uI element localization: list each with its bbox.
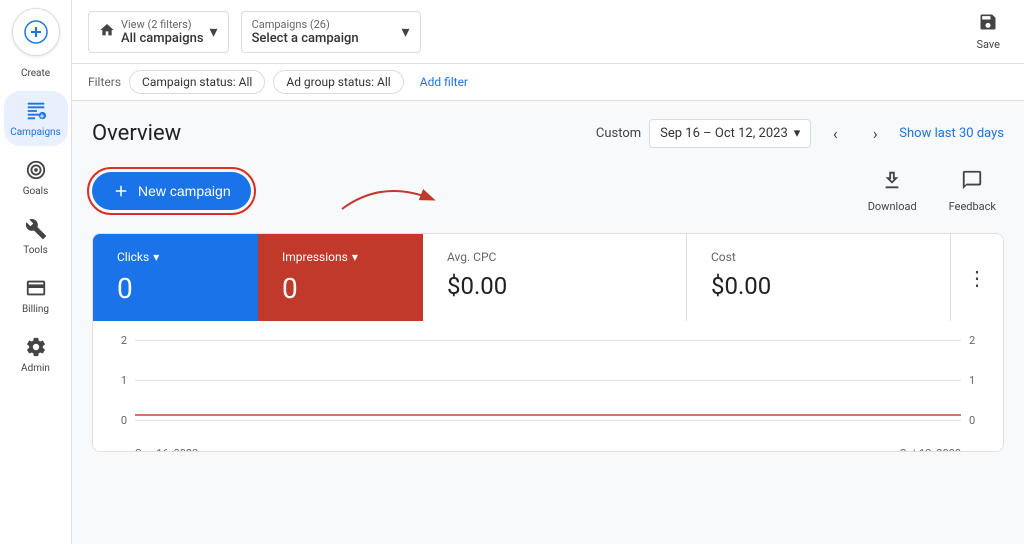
ad-group-status-filter[interactable]: Ad group status: All xyxy=(273,70,403,94)
y-label-2-right: 2 xyxy=(969,334,987,347)
select-campaign-label: Select a campaign xyxy=(252,31,359,46)
create-button[interactable] xyxy=(12,8,60,56)
impressions-label: Impressions xyxy=(282,250,348,264)
campaigns-icon xyxy=(24,99,48,123)
chart-area: 2 2 1 1 0 0 xyxy=(93,321,1003,451)
next-date-button[interactable]: › xyxy=(859,117,891,149)
overview-header: Overview Custom Sep 16 – Oct 12, 2023 ▾ … xyxy=(92,117,1004,149)
chart-baseline-red xyxy=(135,414,961,416)
filters-label: Filters xyxy=(88,75,121,89)
action-row: New campaign xyxy=(92,165,1004,217)
action-buttons: Download Feedback xyxy=(860,165,1004,217)
view-filter-label: View (2 filters) xyxy=(121,18,204,31)
campaign-status-filter[interactable]: Campaign status: All xyxy=(129,70,265,94)
download-button[interactable]: Download xyxy=(860,165,925,217)
metric-impressions: Impressions ▾ 0 xyxy=(258,234,423,321)
clicks-value: 0 xyxy=(117,272,234,305)
view-filter-button[interactable]: View (2 filters) All campaigns ▾ xyxy=(88,11,229,53)
create-label: Create xyxy=(21,68,50,79)
avg-cpc-label: Avg. CPC xyxy=(447,250,662,264)
prev-date-button[interactable]: ‹ xyxy=(819,117,851,149)
sidebar: Create Campaigns Goals Tools xyxy=(0,0,72,544)
sidebar-tools-label: Tools xyxy=(23,245,47,256)
campaign-select-chevron: ▾ xyxy=(402,22,410,41)
sidebar-item-campaigns[interactable]: Campaigns xyxy=(4,91,68,146)
date-picker-chevron: ▾ xyxy=(794,126,801,141)
campaigns-count: Campaigns (26) xyxy=(252,18,359,31)
download-icon xyxy=(881,169,903,196)
impressions-value: 0 xyxy=(282,272,399,305)
sidebar-item-goals[interactable]: Goals xyxy=(4,150,68,205)
sidebar-item-admin[interactable]: Admin xyxy=(4,327,68,382)
campaign-select[interactable]: Campaigns (26) Select a campaign ▾ xyxy=(241,11,421,53)
sidebar-campaigns-label: Campaigns xyxy=(10,127,61,138)
chart-start-date: Sep 16, 2023 xyxy=(135,447,198,452)
tools-icon xyxy=(24,217,48,241)
arrow-annotation xyxy=(332,169,452,223)
chart-dates: Sep 16, 2023 Oct 12, 2023 xyxy=(109,447,987,452)
all-campaigns-label: All campaigns xyxy=(121,31,204,46)
y-label-2-left: 2 xyxy=(109,334,127,347)
main-content: View (2 filters) All campaigns ▾ Campaig… xyxy=(72,0,1024,544)
chart-grid: 2 2 1 1 0 0 xyxy=(109,329,987,443)
plus-icon xyxy=(24,20,48,44)
date-controls: Custom Sep 16 – Oct 12, 2023 ▾ ‹ › Show … xyxy=(596,117,1004,149)
add-filter-button[interactable]: Add filter xyxy=(412,71,476,93)
cost-value: $0.00 xyxy=(711,272,926,300)
content-area: Overview Custom Sep 16 – Oct 12, 2023 ▾ … xyxy=(72,101,1024,544)
clicks-dropdown-icon[interactable]: ▾ xyxy=(153,250,159,264)
avg-cpc-value: $0.00 xyxy=(447,272,662,300)
y-label-0-right: 0 xyxy=(969,414,987,427)
feedback-label: Feedback xyxy=(949,200,996,213)
save-button[interactable]: Save xyxy=(968,8,1008,55)
save-icon xyxy=(978,12,998,36)
download-label: Download xyxy=(868,200,917,213)
new-campaign-button[interactable]: New campaign xyxy=(92,172,251,210)
sidebar-goals-label: Goals xyxy=(23,186,49,197)
metric-cost: Cost $0.00 xyxy=(687,234,951,321)
topbar: View (2 filters) All campaigns ▾ Campaig… xyxy=(72,0,1024,64)
home-icon xyxy=(99,22,115,42)
metric-avg-cpc: Avg. CPC $0.00 xyxy=(423,234,687,321)
more-metrics-button[interactable]: ⋮ xyxy=(951,234,1003,321)
sidebar-item-tools[interactable]: Tools xyxy=(4,209,68,264)
custom-label: Custom xyxy=(596,126,641,141)
metrics-top: Clicks ▾ 0 Impressions ▾ 0 Avg. CPC $ xyxy=(93,234,1003,321)
goals-icon xyxy=(24,158,48,182)
cost-label: Cost xyxy=(711,250,926,264)
sidebar-admin-label: Admin xyxy=(21,363,50,374)
feedback-button[interactable]: Feedback xyxy=(941,165,1004,217)
chart-end-date: Oct 12, 2023 xyxy=(899,447,961,452)
billing-icon xyxy=(24,276,48,300)
overview-title: Overview xyxy=(92,121,181,146)
date-range-label: Sep 16 – Oct 12, 2023 xyxy=(660,126,788,141)
metrics-card: Clicks ▾ 0 Impressions ▾ 0 Avg. CPC $ xyxy=(92,233,1004,452)
sidebar-billing-label: Billing xyxy=(22,304,49,315)
impressions-dropdown-icon[interactable]: ▾ xyxy=(352,250,358,264)
filterbar: Filters Campaign status: All Ad group st… xyxy=(72,64,1024,101)
feedback-icon xyxy=(961,169,983,196)
y-label-0-left: 0 xyxy=(109,414,127,427)
plus-new-campaign-icon xyxy=(112,182,130,200)
new-campaign-label: New campaign xyxy=(138,183,231,199)
view-filter-chevron: ▾ xyxy=(210,22,218,41)
admin-icon xyxy=(24,335,48,359)
show-last-button[interactable]: Show last 30 days xyxy=(899,126,1004,141)
clicks-label: Clicks xyxy=(117,250,149,264)
y-label-1-right: 1 xyxy=(969,374,987,387)
sidebar-item-billing[interactable]: Billing xyxy=(4,268,68,323)
save-label: Save xyxy=(976,38,1000,51)
y-label-1-left: 1 xyxy=(109,374,127,387)
date-picker[interactable]: Sep 16 – Oct 12, 2023 ▾ xyxy=(649,119,811,148)
metric-clicks: Clicks ▾ 0 xyxy=(93,234,258,321)
